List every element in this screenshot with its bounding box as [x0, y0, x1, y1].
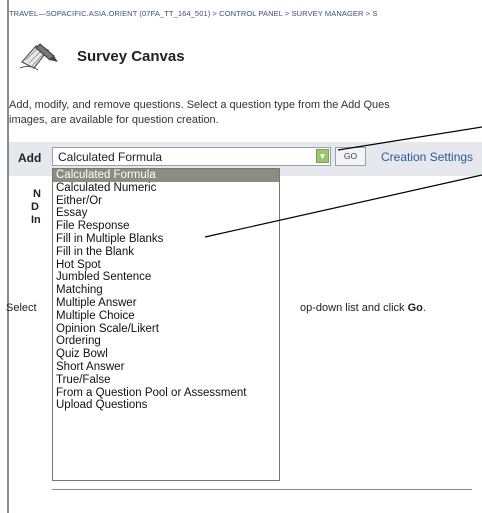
dropdown-option[interactable]: Fill in the Blank: [53, 246, 279, 259]
dropdown-option[interactable]: Jumbled Sentence: [53, 271, 279, 284]
dropdown-option[interactable]: From a Question Pool or Assessment: [53, 387, 279, 400]
dropdown-option[interactable]: Essay: [53, 207, 279, 220]
dropdown-option[interactable]: Short Answer: [53, 361, 279, 374]
instructions-text: Add, modify, and remove questions. Selec…: [9, 98, 482, 128]
select-hint-go: Go: [407, 302, 423, 314]
left-border: [7, 0, 9, 513]
dropdown-option[interactable]: Matching: [53, 284, 279, 297]
dropdown-option[interactable]: Multiple Answer: [53, 297, 279, 310]
dropdown-option[interactable]: Ordering: [53, 335, 279, 348]
select-hint-end: op-down list and click Go.: [300, 302, 426, 314]
dropdown-option[interactable]: True/False: [53, 374, 279, 387]
chevron-down-icon[interactable]: ▼: [316, 149, 329, 163]
breadcrumb[interactable]: TRAVEL—SOPACIFIC.ASIA.ORIENT (07FA_TT_16…: [9, 9, 378, 18]
creation-settings-link[interactable]: Creation Settings: [381, 150, 473, 164]
dropdown-option[interactable]: Fill in Multiple Blanks: [53, 233, 279, 246]
dropdown-option[interactable]: Opinion Scale/Likert: [53, 323, 279, 336]
select-hint-end-text: op-down list and click: [300, 302, 408, 314]
dropdown-option[interactable]: Multiple Choice: [53, 310, 279, 323]
survey-pencil-icon: [19, 43, 58, 71]
select-hint-start: Select: [6, 302, 37, 314]
obscured-label-in: In: [31, 214, 41, 226]
question-type-selected-value[interactable]: Calculated Formula: [58, 150, 162, 164]
dropdown-option[interactable]: Hot Spot: [53, 259, 279, 272]
add-label: Add: [18, 151, 42, 165]
dropdown-option[interactable]: Either/Or: [53, 195, 279, 208]
question-type-dropdown-list[interactable]: Calculated Formula Calculated Numeric Eith…: [52, 168, 280, 481]
dropdown-option[interactable]: Upload Questions: [53, 399, 279, 412]
dropdown-option[interactable]: Quiz Bowl: [53, 348, 279, 361]
instructions-line-1: Add, modify, and remove questions. Selec…: [9, 99, 390, 111]
page-title: Survey Canvas: [77, 48, 185, 65]
dropdown-option[interactable]: Calculated Numeric: [53, 182, 279, 195]
obscured-label-n: N: [33, 188, 41, 200]
instructions-line-2: images, are available for question creat…: [9, 114, 219, 126]
dropdown-option[interactable]: File Response: [53, 220, 279, 233]
dropdown-option[interactable]: Calculated Formula: [53, 169, 279, 182]
obscured-label-d: D: [31, 201, 39, 213]
bottom-divider: [52, 489, 472, 490]
go-button[interactable]: GO: [335, 147, 366, 166]
select-hint-period: .: [422, 302, 426, 314]
